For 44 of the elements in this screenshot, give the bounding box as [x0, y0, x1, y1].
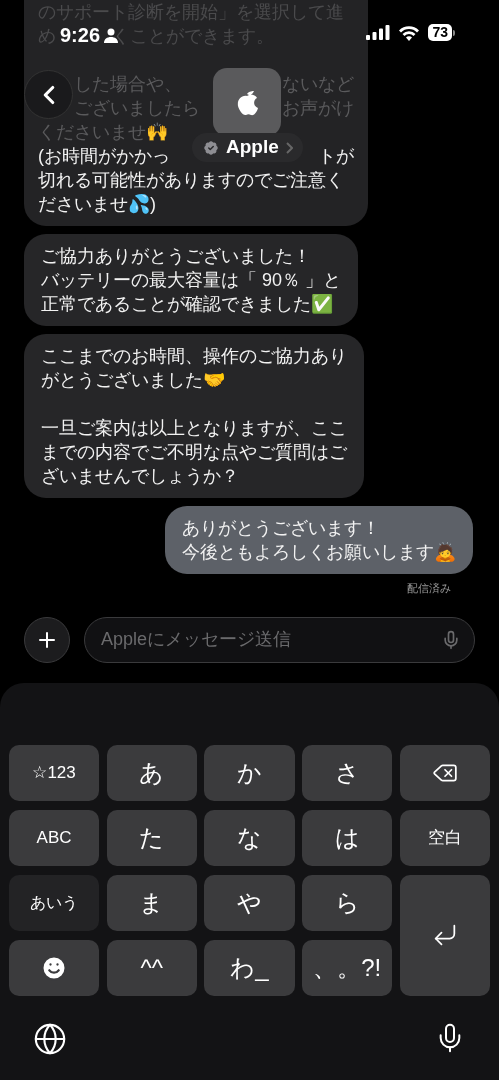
keyboard-key[interactable]: は: [302, 809, 393, 866]
keyboard-key[interactable]: ABC: [9, 809, 100, 866]
message-text: 切れる可能性がありますのでご注意く: [38, 169, 344, 192]
keyboard-key[interactable]: や: [204, 874, 295, 931]
battery-indicator: 73: [428, 24, 455, 41]
add-button[interactable]: [24, 616, 70, 663]
keyboard-key[interactable]: 空白: [399, 809, 490, 866]
keyboard-key[interactable]: た: [106, 809, 197, 866]
message-text: ご協力ありがとうございました！: [41, 245, 311, 268]
message-text: 正常であることが確認できました✅: [41, 293, 333, 316]
contact-avatar[interactable]: [213, 68, 281, 136]
keyboard-key[interactable]: わ_: [204, 939, 295, 996]
keyboard-key[interactable]: ^^: [106, 939, 197, 996]
status-time: 9:26: [60, 23, 101, 48]
message-text: 一旦ご案内は以上となりますが、ここ: [41, 417, 347, 440]
chevron-right-icon: [284, 141, 293, 154]
message-text: ざいませんでしょうか？: [41, 465, 239, 488]
contact-name-pill[interactable]: Apple: [192, 133, 303, 162]
backspace-key[interactable]: [399, 744, 490, 801]
message-text: ださいませ💦): [38, 193, 156, 216]
message-text: ありがとうございます！: [182, 517, 380, 540]
globe-icon[interactable]: [33, 1021, 67, 1056]
keyboard-key[interactable]: ら: [302, 874, 393, 931]
keyboard-key[interactable]: な: [204, 809, 295, 866]
message-field[interactable]: Appleにメッセージ送信: [84, 616, 475, 663]
message-text: トが: [318, 145, 354, 168]
keyboard-key[interactable]: か: [204, 744, 295, 801]
keyboard-key[interactable]: あいう: [9, 874, 100, 931]
emoji-key[interactable]: [9, 939, 100, 996]
delivery-status: 配信済み: [407, 581, 451, 596]
keyboard-key[interactable]: 、。?!: [302, 939, 393, 996]
message-text: までの内容でご不明な点やご質問はご: [41, 441, 347, 464]
message-text: ここまでのお時間、操作のご協力あり: [41, 345, 347, 368]
signal-icon: [366, 25, 391, 40]
keyboard-key[interactable]: さ: [302, 744, 393, 801]
message-text: がとうございました🤝: [41, 369, 225, 392]
keyboard-key[interactable]: ☆123: [9, 744, 100, 801]
message-text: (お時間がかかっ: [38, 145, 170, 168]
contact-name: Apple: [226, 135, 279, 160]
message-text: 今後ともよろしくお願いします🙇: [182, 541, 456, 564]
keyboard-key[interactable]: ま: [106, 874, 197, 931]
wifi-icon: [398, 24, 421, 41]
message-text: バッテリーの最大容量は「 90％ 」と: [41, 269, 342, 292]
keyboard-key[interactable]: あ: [106, 744, 197, 801]
